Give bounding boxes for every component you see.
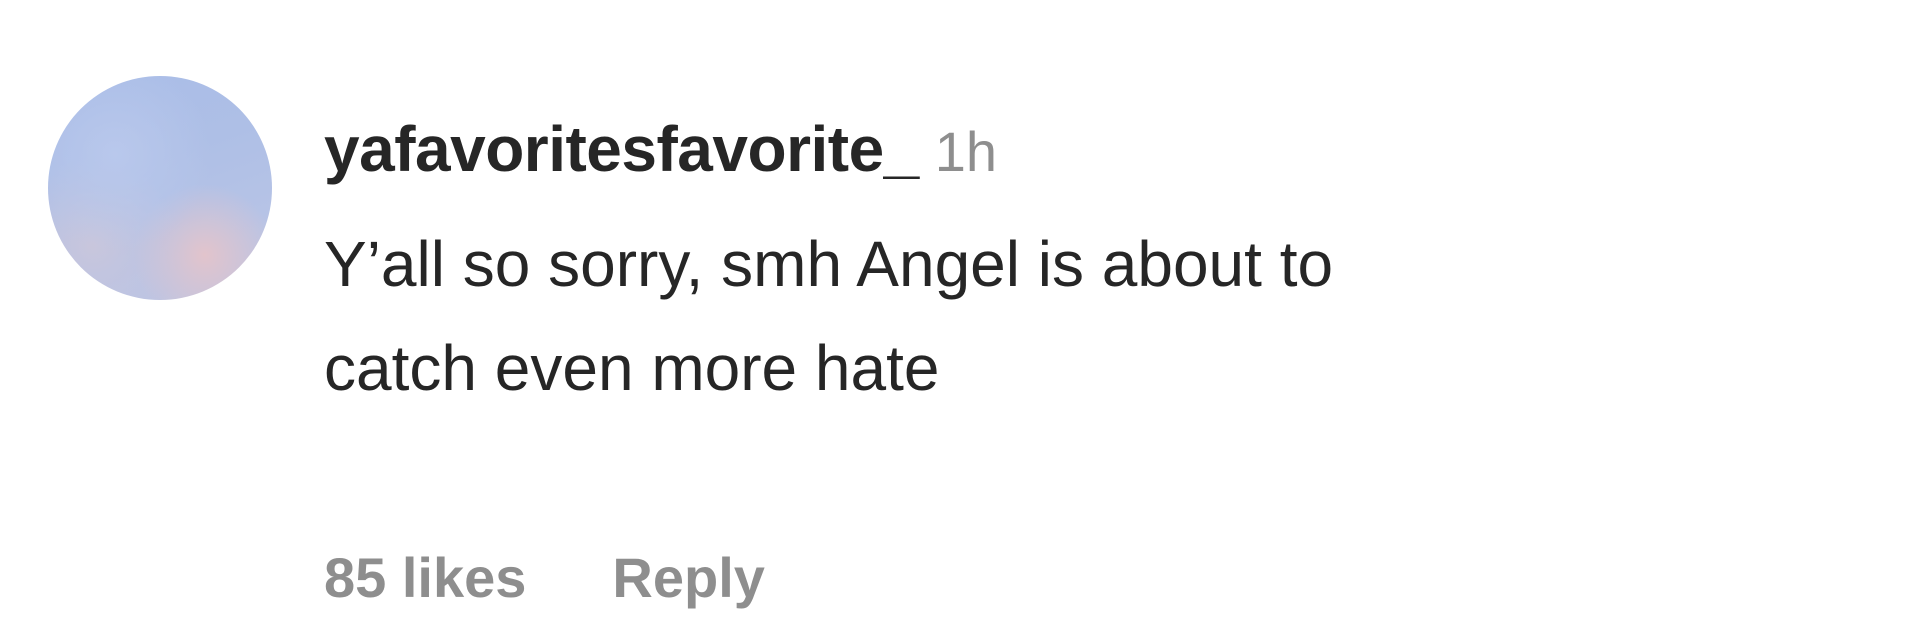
comment-actions: 85 likes Reply (324, 538, 765, 618)
timestamp[interactable]: 1h (935, 120, 997, 183)
comment-text-line: catch even more hate (324, 332, 940, 404)
reply-button[interactable]: Reply (612, 546, 765, 609)
username-link[interactable]: yafavoritesfavorite_ (324, 113, 919, 185)
comment-header: yafavoritesfavorite_ 1h (324, 104, 997, 194)
comment-text: Y’all so sorry, smh Angel is about to ca… (324, 212, 1884, 420)
avatar[interactable] (48, 76, 272, 300)
comment-item: yafavoritesfavorite_ 1h Y’all so sorry, s… (0, 0, 1920, 640)
likes-count[interactable]: 85 likes (324, 546, 526, 609)
comment-text-line: Y’all so sorry, smh Angel is about to (324, 228, 1334, 300)
